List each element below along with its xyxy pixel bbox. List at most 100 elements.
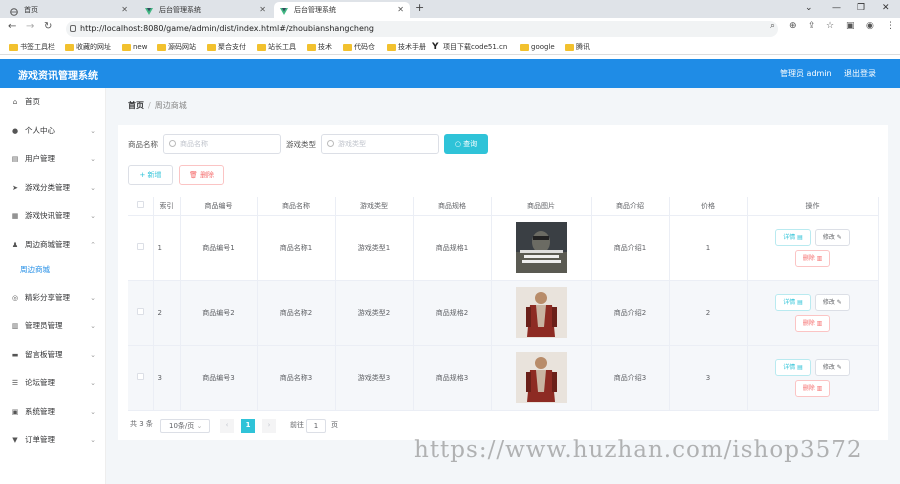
chevron-down-icon: ⌄ — [90, 127, 96, 135]
row-checkbox[interactable] — [128, 280, 154, 346]
profile-icon[interactable]: ◉ — [866, 21, 874, 31]
page-size-select[interactable]: 10条/页 ⌄ — [160, 419, 210, 433]
logout-link[interactable]: 退出登录 — [844, 68, 876, 79]
sidebar-item-forum[interactable]: ☰ 论坛管理 ⌄ — [0, 376, 106, 390]
edit-button[interactable]: 修改 ✎ — [814, 358, 850, 376]
edit-button[interactable]: 修改 ✎ — [814, 228, 850, 246]
table-row: 3 商品编号3 商品名称3 游戏类型3 商品规格3 商品介绍3 3 详情 ▤ 修… — [128, 345, 879, 411]
prev-page-button[interactable]: ‹ — [220, 419, 234, 433]
url-field[interactable]: http://localhost:8080/game/admin/dist/in… — [66, 21, 778, 37]
star-icon[interactable]: ☆ — [826, 21, 834, 31]
row-checkbox[interactable] — [128, 345, 154, 411]
sidebar-item-system[interactable]: ▣ 系统管理 ⌄ — [0, 405, 106, 419]
close-tab-icon[interactable]: ✕ — [397, 2, 404, 18]
chevron-down-icon: ⌄ — [90, 408, 96, 416]
bookmark-item[interactable]: 腾讯 — [565, 41, 590, 54]
folder-icon — [520, 44, 529, 51]
column-header: 游戏类型 — [335, 197, 414, 216]
delete-button[interactable]: 删除 ▥ — [794, 249, 831, 267]
tab-search-chevron-icon[interactable]: ⌄ — [805, 0, 813, 16]
cell-code: 商品编号3 — [180, 345, 258, 411]
edit-icon: ✎ — [836, 298, 842, 306]
delete-button[interactable]: 删除 ▥ — [794, 379, 831, 397]
sidebar-item-orders[interactable]: ▼ 订单管理 ⌄ — [0, 433, 106, 447]
bookmark-item[interactable]: 代码仓 — [343, 41, 375, 54]
cell-image — [491, 345, 592, 411]
bookmark-item[interactable]: 收藏的网址 — [65, 41, 111, 54]
detail-button[interactable]: 详情 ▤ — [775, 293, 811, 311]
bookmark-item[interactable]: 技术 — [307, 41, 332, 54]
query-button[interactable]: ○ 查询 — [444, 134, 488, 154]
app-title: 游戏资讯管理系统 — [18, 71, 98, 82]
chevron-down-icon: ⌄ — [90, 184, 96, 192]
tab-title: 首页 — [24, 6, 38, 14]
minimize-icon[interactable]: — — [832, 0, 841, 16]
goto-page-input[interactable]: 1 — [306, 419, 326, 433]
new-tab-button[interactable]: + — [415, 1, 424, 14]
folder-icon — [307, 44, 316, 51]
system-icon: ▣ — [11, 408, 19, 416]
share-icon[interactable]: ⇪ — [808, 21, 816, 31]
column-header: 操作 — [747, 197, 879, 216]
sidebar-item-share[interactable]: ◎ 精彩分享管理 ⌄ — [0, 291, 106, 305]
restore-icon[interactable]: ❐ — [857, 0, 865, 16]
edit-button[interactable]: 修改 ✎ — [814, 293, 850, 311]
folder-icon — [257, 44, 266, 51]
next-page-button[interactable]: › — [262, 419, 276, 433]
forward-icon[interactable]: → — [26, 21, 34, 32]
cell-type: 游戏类型3 — [335, 345, 414, 411]
page-number-current[interactable]: 1 — [241, 419, 255, 433]
select-all-checkbox[interactable] — [128, 197, 154, 216]
sidebar-item-game-category[interactable]: ➤ 游戏分类管理 ⌄ — [0, 181, 106, 195]
close-window-icon[interactable]: ✕ — [882, 0, 890, 16]
cell-operations: 详情 ▤ 修改 ✎ 删除 ▥ — [747, 215, 879, 281]
breadcrumb-home[interactable]: 首页 — [128, 101, 144, 110]
add-button[interactable]: + 新增 — [128, 165, 173, 185]
browser-tab-2[interactable]: 后台管理系统 ✕ — [139, 2, 272, 18]
back-icon[interactable]: ← — [8, 21, 16, 32]
menu-icon[interactable]: ⋮ — [886, 21, 895, 31]
sidebar-item-game-news[interactable]: ▦ 游戏快讯管理 ⌄ — [0, 209, 106, 223]
product-table: 索引 商品编号 商品名称 游戏类型 商品规格 商品图片 商品介绍 价格 操作 1… — [128, 197, 879, 411]
sidepanel-icon[interactable]: ▣ — [846, 21, 855, 31]
product-image-warrior[interactable] — [515, 287, 567, 338]
sidebar-item-profile[interactable]: ● 个人中心 ⌄ — [0, 124, 106, 138]
sidebar-item-mall-management[interactable]: ♟ 周边商城管理 ⌃ — [0, 238, 106, 252]
bookmark-item[interactable]: 书签工具栏 — [9, 41, 55, 54]
sidebar-subitem-mall[interactable]: 周边商城 — [0, 263, 106, 277]
bookmark-item[interactable]: new — [122, 41, 147, 54]
bookmark-item[interactable]: 聚合支付 — [207, 41, 246, 54]
close-tab-icon[interactable]: ✕ — [121, 2, 128, 18]
delete-button[interactable]: 删除 ▥ — [794, 314, 831, 332]
y-logo-icon: Y — [432, 42, 439, 52]
folder-icon — [65, 44, 74, 51]
sliders-icon: ☰ — [11, 379, 19, 387]
bookmark-item[interactable]: google — [520, 41, 555, 54]
product-image-warrior[interactable] — [515, 352, 567, 403]
row-checkbox[interactable] — [128, 215, 154, 281]
table-row: 2 商品编号2 商品名称2 游戏类型2 商品规格2 商品介绍2 2 详情 ▤ 修… — [128, 280, 879, 346]
info-icon[interactable] — [70, 25, 76, 32]
browser-tab-3-active[interactable]: 后台管理系统 ✕ — [274, 2, 410, 18]
close-tab-icon[interactable]: ✕ — [259, 2, 266, 18]
reload-icon[interactable]: ↻ — [44, 21, 52, 32]
bookmark-item[interactable]: Y 项目下载code51.cn — [432, 41, 507, 54]
sidebar-item-users[interactable]: ▤ 用户管理 ⌄ — [0, 152, 106, 166]
bookmark-item[interactable]: 技术手册 — [387, 41, 426, 54]
cell-type: 游戏类型2 — [335, 280, 414, 346]
detail-button[interactable]: 详情 ▤ — [775, 228, 811, 246]
zoom-icon[interactable]: ⊕ — [789, 21, 797, 31]
product-image-call-of-duty[interactable] — [515, 222, 567, 273]
bookmark-item[interactable]: 站长工具 — [257, 41, 296, 54]
batch-delete-button[interactable]: 🗑 删除 — [179, 165, 224, 185]
type-search-input[interactable]: 游戏类型 — [321, 134, 439, 154]
sidebar-item-admins[interactable]: ▥ 管理员管理 ⌄ — [0, 319, 106, 333]
browser-tab-1[interactable]: 首页 ✕ — [4, 2, 134, 18]
detail-button[interactable]: 详情 ▤ — [775, 358, 811, 376]
app-header: 游戏资讯管理系统 管理员 admin 退出登录 — [0, 59, 900, 88]
search-page-icon[interactable]: ⌕ — [770, 21, 775, 31]
sidebar-item-messages[interactable]: ▬ 留言板管理 ⌄ — [0, 348, 106, 362]
sidebar-item-home[interactable]: ⌂ 首页 — [0, 95, 106, 109]
name-search-input[interactable]: 商品名称 — [163, 134, 281, 154]
bookmark-item[interactable]: 源码网站 — [157, 41, 196, 54]
